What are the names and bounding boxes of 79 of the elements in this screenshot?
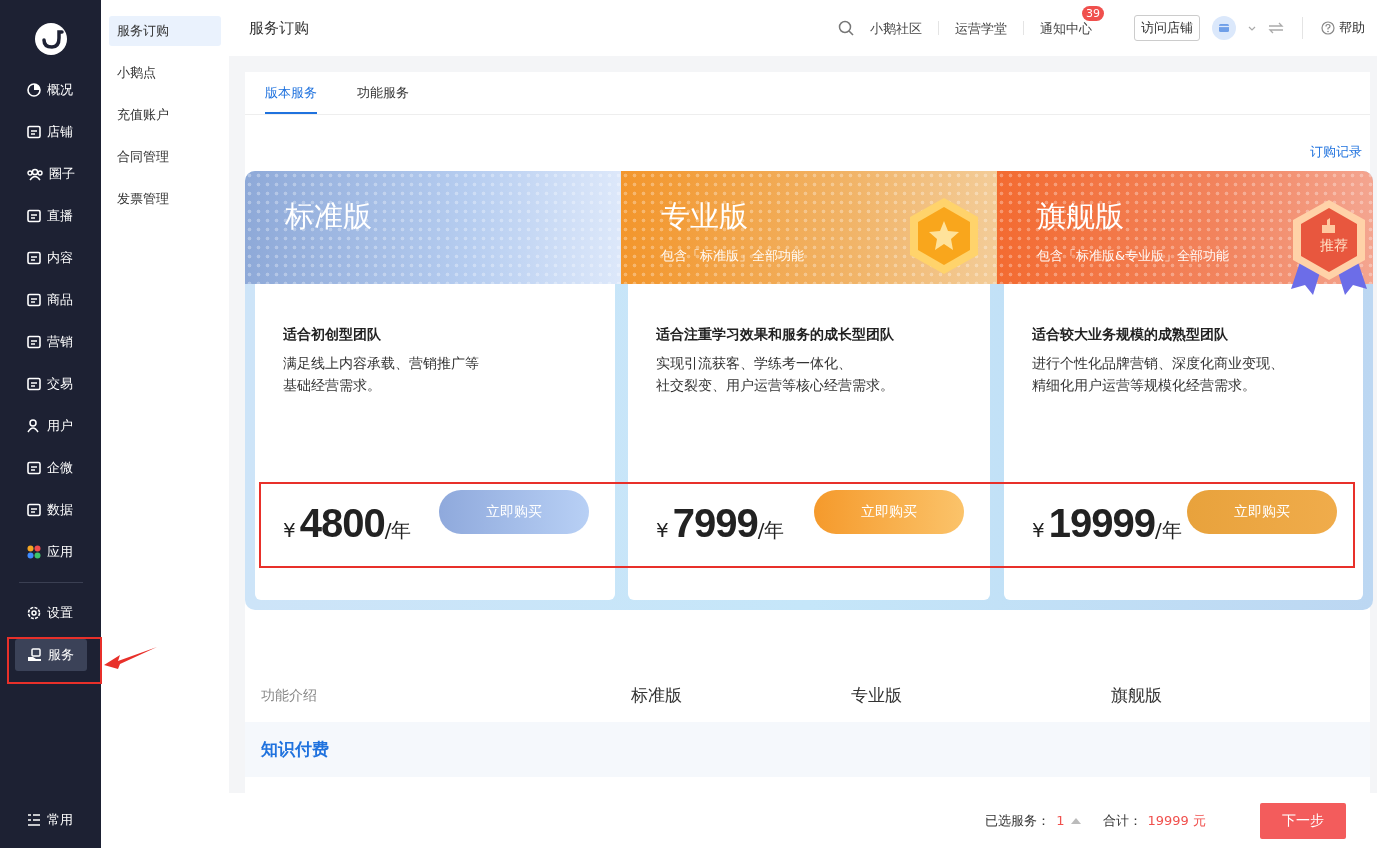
question-icon bbox=[1321, 21, 1335, 35]
price: 7999 bbox=[672, 501, 758, 546]
tab[interactable]: 版本服务 bbox=[265, 84, 317, 114]
column-header: 旗舰版 bbox=[1111, 684, 1163, 707]
plan-audience: 适合注重学习效果和服务的成长型团队 bbox=[656, 326, 895, 344]
plan-description: 社交裂变、用户运营等核心经营需求。 bbox=[656, 376, 895, 395]
list-icon bbox=[26, 814, 41, 826]
plan-description: 进行个性化品牌营销、深度化商业变现、 bbox=[1032, 354, 1285, 373]
selected-count: 1 bbox=[1056, 813, 1065, 828]
currency-symbol: ¥ bbox=[656, 518, 669, 542]
search-icon[interactable] bbox=[838, 20, 854, 36]
column-header: 标准版 bbox=[631, 684, 683, 707]
plan-description: 满足线上内容承载、营销推广等 bbox=[283, 354, 480, 373]
sidebar-item[interactable]: 圈子 bbox=[14, 158, 87, 190]
total-label: 合计： bbox=[1102, 811, 1142, 830]
sidebar-item[interactable]: 商品 bbox=[14, 284, 87, 316]
section-title: 知识付费 bbox=[261, 738, 329, 761]
document-icon bbox=[26, 251, 41, 265]
plan-description: 实现引流获客、学练考一体化、 bbox=[656, 354, 853, 373]
store-avatar-icon[interactable] bbox=[1212, 16, 1236, 40]
subnav-item[interactable]: 合同管理 bbox=[109, 142, 221, 172]
sidebar-item[interactable]: 应用 bbox=[14, 536, 87, 568]
caret-up-icon[interactable] bbox=[1070, 817, 1081, 824]
visit-store-button[interactable]: 访问店铺 bbox=[1134, 15, 1200, 41]
price: 4800 bbox=[299, 501, 385, 546]
subnav-item[interactable]: 充值账户 bbox=[109, 100, 221, 130]
user-icon bbox=[26, 419, 41, 433]
sidebar-item[interactable]: 概况 bbox=[14, 74, 87, 106]
sidebar-item[interactable]: 店铺 bbox=[14, 116, 87, 148]
subnav-item[interactable]: 发票管理 bbox=[109, 184, 221, 214]
plan-name: 标准版 bbox=[285, 198, 373, 235]
price-unit: /年 bbox=[384, 518, 412, 544]
price: 19999 bbox=[1048, 501, 1155, 546]
plan-name: 旗舰版 bbox=[1037, 198, 1125, 235]
price-unit: /年 bbox=[1154, 518, 1182, 544]
subnav-item[interactable]: 服务订购 bbox=[109, 16, 221, 46]
plan-name: 专业版 bbox=[661, 198, 749, 235]
sidebar-item[interactable]: 直播 bbox=[14, 200, 87, 232]
total-amount: 19999 元 bbox=[1147, 811, 1206, 830]
plan-includes: 包含「标准版」全部功能 bbox=[661, 247, 805, 265]
header-link[interactable]: 通知中心 bbox=[1040, 21, 1092, 36]
price-unit: /年 bbox=[757, 518, 785, 544]
sidebar-item[interactable]: 设置 bbox=[14, 597, 87, 629]
sidebar-item[interactable]: 常用 bbox=[14, 804, 87, 836]
sidebar-item[interactable]: 用户 bbox=[14, 410, 87, 442]
plan-description: 精细化用户运营等规模化经营需求。 bbox=[1032, 376, 1257, 395]
notification-badge: 39 bbox=[1082, 6, 1104, 21]
sidebar-item[interactable]: 数据 bbox=[14, 494, 87, 526]
apps-icon bbox=[26, 545, 41, 559]
column-header: 专业版 bbox=[851, 684, 903, 707]
sidebar-item[interactable]: 服务 bbox=[14, 639, 87, 671]
sidebar-item[interactable]: 内容 bbox=[14, 242, 87, 274]
sidebar-item[interactable]: 交易 bbox=[14, 368, 87, 400]
settings-icon bbox=[26, 606, 41, 620]
column-header: 功能介绍 bbox=[261, 686, 318, 705]
order-history-link[interactable]: 订购记录 bbox=[1310, 143, 1362, 157]
logo-icon[interactable] bbox=[33, 22, 68, 56]
currency-symbol: ¥ bbox=[283, 518, 296, 542]
tab[interactable]: 功能服务 bbox=[357, 84, 409, 114]
sidebar-item[interactable]: 企微 bbox=[14, 452, 87, 484]
sidebar-item[interactable]: 营销 bbox=[14, 326, 87, 358]
header-link[interactable]: 运营学堂 bbox=[955, 21, 1007, 36]
people-icon bbox=[26, 167, 43, 181]
selected-services-label: 已选服务： bbox=[985, 811, 1051, 830]
swap-arrows-icon[interactable] bbox=[1268, 22, 1284, 34]
plan-includes: 包含「标准版&专业版」全部功能 bbox=[1037, 247, 1231, 265]
plan-audience: 适合较大业务规模的成熟型团队 bbox=[1032, 326, 1229, 344]
help-label: 帮助 bbox=[1339, 19, 1365, 37]
help-link[interactable]: 帮助 bbox=[1321, 19, 1365, 37]
recommended-label: 推荐 bbox=[1320, 237, 1348, 255]
plan-description: 基础经营需求。 bbox=[283, 376, 382, 395]
pie-chart-icon bbox=[26, 83, 41, 97]
subnav-item[interactable]: 小鹅点 bbox=[109, 58, 221, 88]
header-link[interactable]: 小鹅社区 bbox=[870, 21, 922, 36]
chevron-down-icon[interactable] bbox=[1248, 25, 1256, 31]
page-title: 服务订购 bbox=[249, 18, 309, 38]
plan-audience: 适合初创型团队 bbox=[283, 326, 382, 344]
currency-symbol: ¥ bbox=[1032, 518, 1045, 542]
hand-box-icon bbox=[26, 648, 42, 662]
